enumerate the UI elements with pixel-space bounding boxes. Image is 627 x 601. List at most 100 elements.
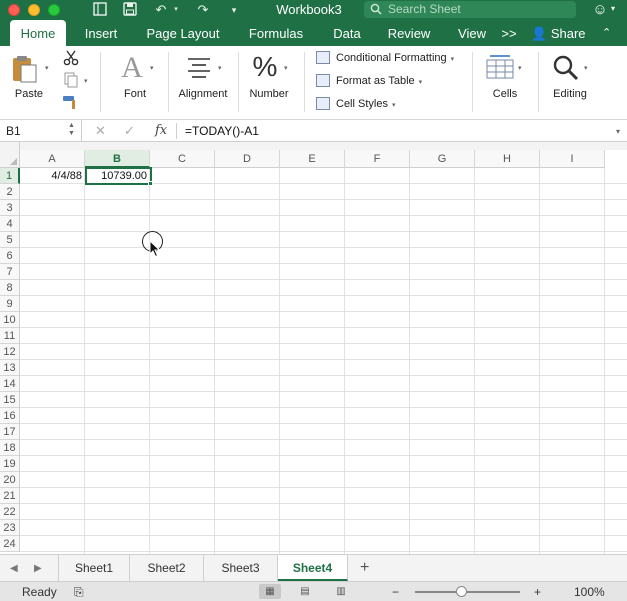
- sheet-tab-sheet4[interactable]: Sheet4: [278, 555, 348, 581]
- cells-dropdown-icon[interactable]: ▾: [518, 64, 522, 72]
- user-account-icon[interactable]: ☺: [591, 1, 609, 19]
- sheet-tab-sheet3[interactable]: Sheet3: [204, 555, 278, 581]
- undo-icon[interactable]: ↶: [152, 2, 170, 18]
- previous-sheet-icon[interactable]: ◀: [10, 555, 18, 582]
- close-window-button[interactable]: [8, 4, 20, 16]
- formula-input[interactable]: =TODAY()-A1: [185, 120, 259, 142]
- font-icon[interactable]: A: [116, 52, 148, 84]
- zoom-out-button[interactable]: −: [392, 582, 399, 601]
- row-header-17[interactable]: 17: [0, 424, 20, 440]
- conditional-formatting-button[interactable]: Conditional Formatting ▾: [316, 49, 454, 67]
- share-button[interactable]: 👤 Share: [531, 20, 586, 46]
- row-header-22[interactable]: 22: [0, 504, 20, 520]
- tab-data[interactable]: Data: [326, 20, 368, 46]
- alignment-icon[interactable]: [186, 56, 212, 78]
- row-header-18[interactable]: 18: [0, 440, 20, 456]
- copy-dropdown-icon[interactable]: ▾: [84, 77, 88, 85]
- column-header-g[interactable]: G: [410, 150, 475, 168]
- select-all-corner[interactable]: [0, 142, 20, 168]
- add-sheet-button[interactable]: +: [360, 555, 369, 581]
- row-header-14[interactable]: 14: [0, 376, 20, 392]
- column-header-i[interactable]: I: [540, 150, 605, 168]
- tab-formulas[interactable]: Formulas: [241, 20, 311, 46]
- insert-function-icon[interactable]: fx: [155, 120, 167, 142]
- save-icon[interactable]: [122, 2, 138, 18]
- cells-icon[interactable]: [486, 54, 514, 80]
- row-header-4[interactable]: 4: [0, 216, 20, 232]
- worksheet-grid[interactable]: ABCDEFGHI 1 2 3 4 5 6 7 8 9 10 11 12 13 14 15 16 17 18 19 2…: [0, 142, 627, 554]
- sheet-tab-sheet2[interactable]: Sheet2: [130, 555, 204, 581]
- cut-icon[interactable]: [62, 50, 80, 66]
- find-search-icon[interactable]: [552, 54, 580, 82]
- redo-icon[interactable]: ↷: [194, 2, 212, 18]
- cell-a1[interactable]: 4/4/88: [20, 168, 85, 184]
- paste-dropdown-icon[interactable]: ▾: [45, 64, 49, 72]
- undo-dropdown-icon[interactable]: ▾: [172, 2, 180, 18]
- row-header-15[interactable]: 15: [0, 392, 20, 408]
- row-header-20[interactable]: 20: [0, 472, 20, 488]
- zoom-window-button[interactable]: [48, 4, 60, 16]
- row-header-13[interactable]: 13: [0, 360, 20, 376]
- row-header-2[interactable]: 2: [0, 184, 20, 200]
- fill-handle[interactable]: [148, 181, 153, 186]
- name-box-stepper-icon[interactable]: ▲ ▼: [68, 122, 75, 138]
- tab-insert[interactable]: Insert: [75, 20, 127, 46]
- tab-page-layout[interactable]: Page Layout: [138, 20, 228, 46]
- tab-view[interactable]: View: [451, 20, 493, 46]
- paste-icon[interactable]: [10, 54, 40, 84]
- column-header-a[interactable]: A: [20, 150, 85, 168]
- alignment-dropdown-icon[interactable]: ▾: [218, 64, 222, 72]
- confirm-formula-icon[interactable]: ✓: [124, 120, 135, 142]
- customize-toolbar-icon[interactable]: ▾: [228, 2, 240, 18]
- sidebar-icon[interactable]: [92, 2, 108, 18]
- expand-formula-bar-icon[interactable]: ▾: [616, 127, 620, 136]
- column-header-h[interactable]: H: [475, 150, 540, 168]
- minimize-window-button[interactable]: [28, 4, 40, 16]
- row-header-16[interactable]: 16: [0, 408, 20, 424]
- cancel-formula-icon[interactable]: ✕: [95, 120, 106, 142]
- search-sheet-input[interactable]: Search Sheet: [364, 1, 576, 18]
- font-dropdown-icon[interactable]: ▾: [150, 64, 154, 72]
- collapse-ribbon-icon[interactable]: ⌃: [602, 20, 611, 46]
- row-header-5[interactable]: 5: [0, 232, 20, 248]
- row-header-12[interactable]: 12: [0, 344, 20, 360]
- next-sheet-icon[interactable]: ▶: [34, 555, 42, 582]
- column-header-d[interactable]: D: [215, 150, 280, 168]
- row-header-23[interactable]: 23: [0, 520, 20, 536]
- zoom-in-button[interactable]: +: [534, 582, 541, 601]
- zoom-slider[interactable]: [415, 591, 520, 593]
- row-header-21[interactable]: 21: [0, 488, 20, 504]
- sheet-tab-sheet1[interactable]: Sheet1: [58, 555, 130, 581]
- page-break-view-icon[interactable]: ▥: [330, 584, 352, 599]
- row-header-6[interactable]: 6: [0, 248, 20, 264]
- name-box[interactable]: B1 ▲ ▼: [0, 120, 82, 142]
- row-header-24[interactable]: 24: [0, 536, 20, 552]
- column-header-c[interactable]: C: [150, 150, 215, 168]
- tab-home[interactable]: Home: [10, 20, 66, 46]
- page-layout-view-icon[interactable]: ▤: [294, 584, 316, 599]
- zoom-slider-handle[interactable]: [456, 586, 467, 597]
- tab-review[interactable]: Review: [381, 20, 437, 46]
- macro-record-icon[interactable]: ⎘: [74, 582, 84, 601]
- row-header-19[interactable]: 19: [0, 456, 20, 472]
- row-header-1[interactable]: 1: [0, 168, 20, 184]
- column-header-e[interactable]: E: [280, 150, 345, 168]
- cell-styles-button[interactable]: Cell Styles ▾: [316, 95, 395, 113]
- number-format-icon[interactable]: %: [250, 50, 280, 84]
- row-header-11[interactable]: 11: [0, 328, 20, 344]
- row-header-3[interactable]: 3: [0, 200, 20, 216]
- editing-dropdown-icon[interactable]: ▾: [584, 64, 588, 72]
- normal-view-icon[interactable]: ▦: [259, 584, 281, 599]
- row-header-10[interactable]: 10: [0, 312, 20, 328]
- copy-icon[interactable]: [62, 72, 80, 88]
- column-header-f[interactable]: F: [345, 150, 410, 168]
- zoom-level[interactable]: 100%: [574, 582, 605, 601]
- format-as-table-button[interactable]: Format as Table ▾: [316, 72, 422, 90]
- row-header-9[interactable]: 9: [0, 296, 20, 312]
- row-header-8[interactable]: 8: [0, 280, 20, 296]
- column-header-b[interactable]: B: [85, 150, 150, 168]
- user-dropdown-icon[interactable]: ▾: [611, 4, 615, 13]
- format-painter-icon[interactable]: [62, 94, 80, 110]
- row-header-7[interactable]: 7: [0, 264, 20, 280]
- number-dropdown-icon[interactable]: ▾: [284, 64, 288, 72]
